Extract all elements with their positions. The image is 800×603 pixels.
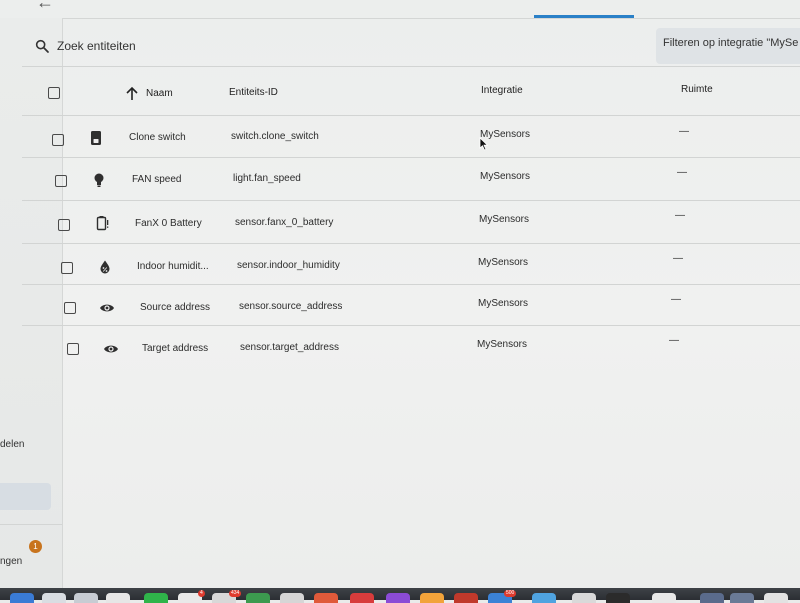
finder-icon[interactable] xyxy=(10,593,34,603)
messages-icon[interactable] xyxy=(144,593,168,603)
table-row[interactable]: Indoor humidit... sensor.indoor_humidity… xyxy=(22,244,800,285)
eye-icon xyxy=(104,345,118,353)
row-checkbox[interactable] xyxy=(55,175,67,187)
humidity-icon xyxy=(100,260,110,274)
entity-name: Clone switch xyxy=(129,132,186,143)
entity-area: — xyxy=(679,126,689,137)
select-all-checkbox[interactable] xyxy=(48,87,60,99)
dock-app-icon[interactable] xyxy=(420,593,444,603)
entity-name: Indoor humidit... xyxy=(137,261,209,272)
dock-app-icon[interactable] xyxy=(700,593,724,603)
top-bar: ← xyxy=(0,0,800,19)
entity-area: — xyxy=(671,294,681,305)
entity-id: switch.clone_switch xyxy=(231,131,319,142)
sidebar-item-delen[interactable]: delen xyxy=(0,439,24,450)
dock-app-icon[interactable] xyxy=(652,593,676,603)
row-checkbox[interactable] xyxy=(58,219,70,231)
trash-icon[interactable] xyxy=(764,593,788,603)
entity-integration: MySensors xyxy=(477,339,528,350)
sidebar-divider xyxy=(0,524,62,525)
table-header-row: Naam Entiteits-ID Integratie Ruimte xyxy=(22,66,800,116)
entity-area: — xyxy=(673,253,683,264)
dock-app-icon[interactable] xyxy=(74,593,98,603)
mouse-cursor-icon xyxy=(479,137,489,151)
entity-id: sensor.indoor_humidity xyxy=(237,260,340,271)
dock-badge: 4 xyxy=(198,590,205,597)
row-checkbox[interactable] xyxy=(52,134,64,146)
table-row[interactable]: Target address sensor.target_address MyS… xyxy=(22,326,800,366)
entity-integration: MySensors xyxy=(480,171,531,182)
entity-id: sensor.target_address xyxy=(240,342,339,353)
row-checkbox[interactable] xyxy=(61,262,73,274)
podcasts-icon[interactable] xyxy=(386,593,410,603)
dock-app-icon[interactable] xyxy=(532,593,556,603)
entity-name: FanX 0 Battery xyxy=(135,218,202,229)
entities-table: Naam Entiteits-ID Integratie Ruimte Clon… xyxy=(22,66,800,366)
back-arrow-icon[interactable]: ← xyxy=(36,0,54,13)
entity-area: — xyxy=(677,167,687,178)
entity-integration: MySensors xyxy=(478,257,529,268)
dock-app-icon[interactable] xyxy=(350,593,374,603)
entity-area: — xyxy=(669,335,679,346)
sort-ascending-icon[interactable] xyxy=(125,86,139,101)
lightbulb-icon xyxy=(94,173,104,187)
column-header-name[interactable]: Naam xyxy=(146,88,173,99)
entity-name: Source address xyxy=(140,302,211,313)
dock-app-icon[interactable] xyxy=(280,593,304,603)
row-checkbox[interactable] xyxy=(64,302,76,314)
dock-app-icon[interactable] xyxy=(454,593,478,603)
search-input[interactable] xyxy=(57,39,357,53)
dock-app-icon[interactable] xyxy=(246,593,270,603)
entity-name: Target address xyxy=(142,343,209,354)
sidebar-item-selected[interactable] xyxy=(0,483,51,510)
notification-badge: 1 xyxy=(29,540,42,553)
battery-icon xyxy=(96,216,109,231)
dock-badge: 500 xyxy=(504,590,517,597)
entity-id: sensor.source_address xyxy=(239,301,343,312)
column-header-integration[interactable]: Integratie xyxy=(481,85,523,96)
entity-area: — xyxy=(675,210,685,221)
eye-icon xyxy=(100,304,114,312)
search-icon xyxy=(35,39,49,53)
table-row[interactable]: FAN speed light.fan_speed MySensors — xyxy=(22,158,800,201)
table-row[interactable]: FanX 0 Battery sensor.fanx_0_battery MyS… xyxy=(22,201,800,244)
entity-integration: MySensors xyxy=(479,214,530,225)
column-header-entity-id[interactable]: Entiteits-ID xyxy=(229,87,278,98)
entity-name: FAN speed xyxy=(132,174,182,185)
entity-id: sensor.fanx_0_battery xyxy=(235,217,334,228)
dock-app-icon[interactable] xyxy=(42,593,66,603)
dock-app-icon[interactable] xyxy=(314,593,338,603)
entity-id: light.fan_speed xyxy=(233,173,301,184)
table-row[interactable]: Source address sensor.source_address MyS… xyxy=(22,285,800,326)
switch-icon xyxy=(91,131,101,145)
dock-app-icon[interactable] xyxy=(730,593,754,603)
screen: ← delen 1 ngen Filteren op integratie "M… xyxy=(0,0,800,588)
integration-filter-chip[interactable]: Filteren op integratie "MySe xyxy=(656,28,800,64)
column-header-area[interactable]: Ruimte xyxy=(681,84,713,95)
row-checkbox[interactable] xyxy=(67,343,79,355)
table-row[interactable]: Clone switch switch.clone_switch MySenso… xyxy=(22,116,800,158)
entity-integration: MySensors xyxy=(478,298,529,309)
dock-badge: 434 xyxy=(229,590,242,597)
sidebar-item-instellingen[interactable]: ngen xyxy=(0,556,22,567)
active-tab-indicator xyxy=(534,15,634,18)
dock-app-icon[interactable] xyxy=(106,593,130,603)
dock-app-icon[interactable] xyxy=(606,593,630,603)
dock-app-icon[interactable] xyxy=(572,593,596,603)
